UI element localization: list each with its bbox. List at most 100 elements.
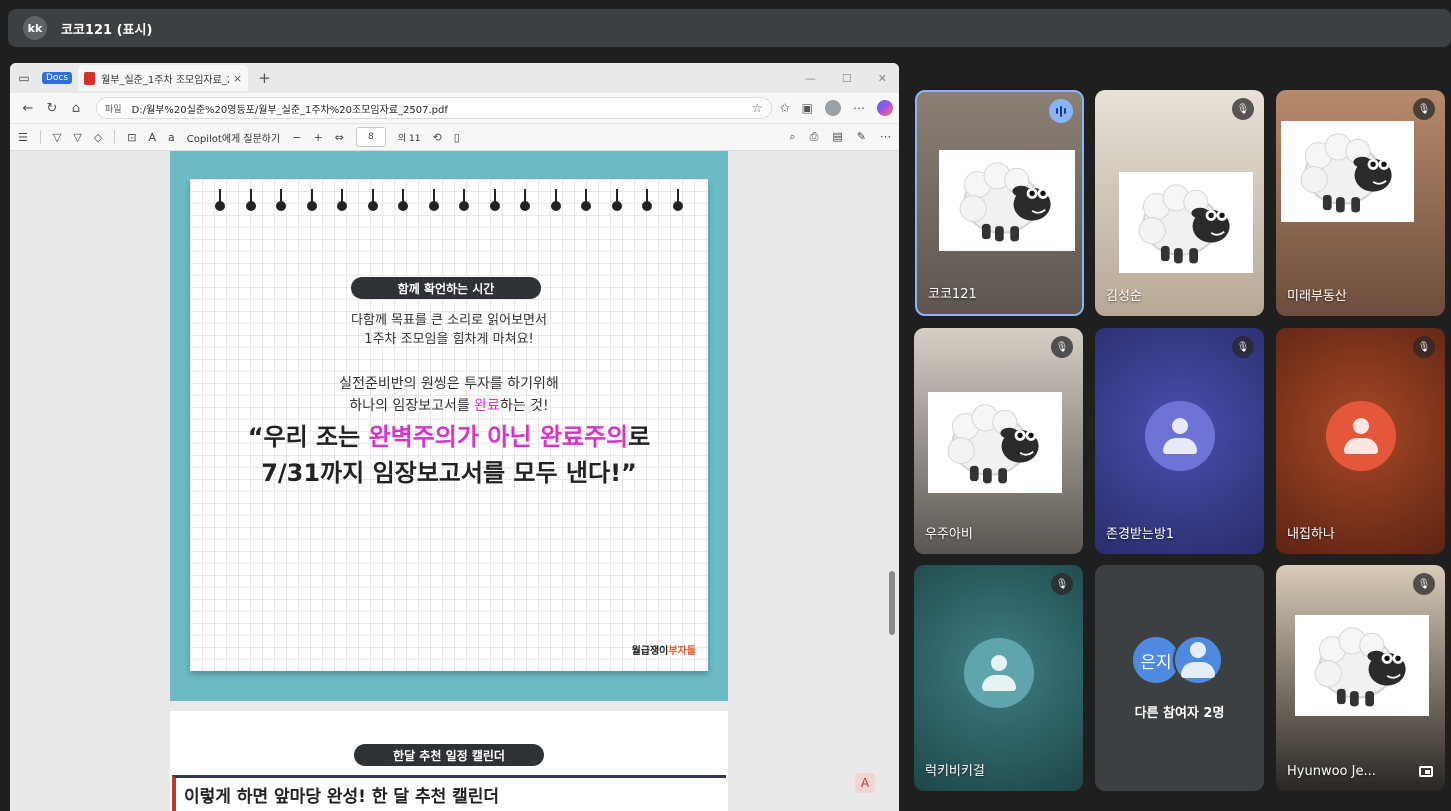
back-icon[interactable]: ← bbox=[16, 101, 40, 116]
page-total-label: 의 11 bbox=[397, 133, 421, 144]
draw-icon[interactable]: ▽ bbox=[73, 131, 81, 144]
pdf-toolbar-right: ⌕ ⎙ ▤ ✎ ⋯ bbox=[789, 130, 891, 144]
divider bbox=[114, 130, 116, 144]
meeting-top-bar: kk 코코121 (표시) bbox=[8, 9, 1451, 47]
zoom-in-icon[interactable]: + bbox=[313, 131, 322, 144]
tab-bar: ▭ Docs 월부_실준_1주차 조모임자료_250 × + — ☐ ✕ bbox=[10, 63, 899, 93]
browser-toolbar-icons: ✩ ▣ ⋯ bbox=[780, 100, 893, 116]
close-tab-icon[interactable]: × bbox=[233, 72, 242, 85]
mic-off-icon: 🎙︎ bbox=[1232, 336, 1254, 358]
copilot-icon[interactable] bbox=[877, 100, 893, 116]
participant-name: 럭키비키걸 bbox=[925, 764, 985, 779]
acrobat-icon[interactable]: A bbox=[855, 773, 875, 793]
close-window-icon[interactable]: ✕ bbox=[878, 72, 887, 85]
ring bbox=[672, 189, 683, 213]
person-icon bbox=[1178, 640, 1218, 680]
participant-tile[interactable]: 코코121 bbox=[915, 90, 1084, 316]
person-icon bbox=[1160, 416, 1200, 456]
profile-avatar[interactable] bbox=[825, 100, 841, 116]
speaking-indicator-icon bbox=[1049, 99, 1073, 123]
page-view-icon[interactable]: ▯ bbox=[454, 131, 460, 144]
page-number-input[interactable]: 8 bbox=[355, 127, 386, 147]
brand-logo: 월급쟁이부자들 bbox=[631, 646, 696, 657]
ring bbox=[367, 189, 378, 213]
url-scheme-label: 파일 bbox=[105, 104, 122, 115]
tab-pdf[interactable]: 월부_실준_1주차 조모임자료_250 × bbox=[78, 65, 249, 91]
new-tab-button[interactable]: + bbox=[258, 69, 271, 87]
save-as-icon[interactable]: ✎ bbox=[857, 130, 866, 144]
spiral-rings bbox=[215, 189, 683, 213]
home-icon[interactable]: ⌂ bbox=[64, 101, 88, 116]
tab-actions-icon[interactable]: ▭ bbox=[10, 64, 38, 92]
participant-tile[interactable]: 🎙︎ Hyunwoo Je... bbox=[1276, 565, 1445, 791]
pdf-more-icon[interactable]: ⋯ bbox=[880, 130, 891, 144]
participant-name: 미래부동산 bbox=[1287, 289, 1347, 304]
picture-in-picture-icon[interactable] bbox=[1419, 766, 1433, 777]
participant-tile[interactable]: 🎙︎ 김성순 bbox=[1095, 90, 1264, 316]
default-avatar bbox=[1325, 401, 1396, 471]
mic-off-icon: 🎙︎ bbox=[1232, 98, 1254, 120]
other-participants-avatars: 은지 bbox=[1131, 635, 1223, 685]
favorite-star-icon[interactable]: ☆ bbox=[752, 101, 763, 115]
participant-tile[interactable]: 🎙︎ 미래부동산 bbox=[1276, 90, 1445, 316]
contents-icon[interactable]: ☰ bbox=[18, 131, 28, 144]
ring bbox=[337, 189, 348, 213]
pdf-scrollbar[interactable] bbox=[889, 571, 895, 635]
mic-off-icon: 🎙︎ bbox=[1051, 336, 1073, 358]
sheep-avatar-image bbox=[939, 150, 1075, 251]
pdf-viewer[interactable]: 함께 확언하는 시간 다함께 목표를 큰 소리로 읽어보면서 1주차 조모임을 … bbox=[10, 151, 899, 811]
ring bbox=[520, 189, 531, 213]
minimize-icon[interactable]: — bbox=[805, 72, 816, 85]
participant-name: 존경받는방1 bbox=[1106, 527, 1175, 542]
read-aloud-icon[interactable]: A bbox=[149, 131, 157, 144]
search-icon[interactable]: ⌕ bbox=[789, 130, 795, 144]
screen-cast-icon[interactable]: ▣ bbox=[802, 101, 813, 115]
mic-off-icon: 🎙︎ bbox=[1051, 573, 1073, 595]
default-avatar bbox=[1173, 635, 1223, 685]
other-participants-tile[interactable]: 은지 다른 참여자 2명 bbox=[1095, 565, 1264, 791]
rotate-icon[interactable]: ⟲ bbox=[432, 131, 441, 144]
refresh-icon[interactable]: ↻ bbox=[40, 101, 64, 116]
presenter-avatar: kk bbox=[23, 16, 47, 40]
sheep-avatar-image bbox=[928, 392, 1062, 493]
person-icon bbox=[1341, 416, 1381, 456]
highlight-icon[interactable]: ▽ bbox=[53, 131, 61, 144]
zoom-out-icon[interactable]: − bbox=[292, 131, 301, 144]
mic-off-icon: 🎙︎ bbox=[1413, 336, 1435, 358]
copilot-ask-button[interactable]: Copilot에게 질문하기 bbox=[187, 130, 280, 145]
save-icon[interactable]: ▤ bbox=[832, 130, 842, 144]
sheep-avatar-image bbox=[1295, 615, 1429, 716]
ring bbox=[642, 189, 653, 213]
participant-tile[interactable]: 🎙︎ 내집하나 bbox=[1276, 328, 1445, 554]
pledge-line-2: 7/31까지 임장보고서를 모두 낸다!” bbox=[261, 459, 637, 487]
shared-browser-window: ▭ Docs 월부_실준_1주차 조모임자료_250 × + — ☐ ✕ ← ↻… bbox=[10, 63, 899, 811]
print-icon[interactable]: ⎙ bbox=[810, 130, 819, 144]
more-menu-icon[interactable]: ⋯ bbox=[853, 101, 865, 115]
person-icon bbox=[979, 653, 1019, 693]
participant-tile[interactable]: 🎙︎ 럭키비키걸 bbox=[914, 565, 1083, 791]
fit-page-icon[interactable]: ⇔ bbox=[335, 131, 344, 144]
maximize-icon[interactable]: ☐ bbox=[842, 72, 852, 85]
tab-title: 월부_실준_1주차 조모임자료_250 bbox=[101, 74, 229, 86]
one-thing-line-2: 하나의 임장보고서를 완료하는 것! bbox=[349, 398, 549, 414]
pdf-page: 함께 확언하는 시간 다함께 목표를 큰 소리로 읽어보면서 1주차 조모임을 … bbox=[170, 151, 728, 701]
presentation-title: 코코121 (표시) bbox=[61, 22, 153, 38]
favorites-icon[interactable]: ✩ bbox=[780, 101, 790, 115]
text-box-icon[interactable]: ⊡ bbox=[127, 131, 136, 144]
participant-name: 내집하나 bbox=[1287, 527, 1335, 542]
sheep-avatar-image bbox=[1281, 121, 1414, 222]
pledge-text: “우리 조는 완벽주의가 아닌 완료주의로 7/31까지 임장보고서를 모두 낸… bbox=[190, 419, 708, 491]
docs-badge: Docs bbox=[42, 72, 73, 84]
ring bbox=[611, 189, 622, 213]
url-input[interactable]: 파일 D:/월부%20실준%20영등포/월부_실준_1주차%20조모임자료_25… bbox=[96, 97, 772, 119]
other-participants-label: 다른 참여자 2명 bbox=[1134, 706, 1225, 721]
participant-tile[interactable]: 🎙︎ 우주아비 bbox=[914, 328, 1083, 554]
participant-name: 코코121 bbox=[928, 287, 977, 302]
ring bbox=[459, 189, 470, 213]
participant-tile[interactable]: 🎙︎ 존경받는방1 bbox=[1095, 328, 1264, 554]
intro-text: 다함께 목표를 큰 소리로 읽어보면서 1주차 조모임을 힘차게 마쳐요! bbox=[190, 311, 708, 349]
translate-icon[interactable]: a bbox=[168, 131, 175, 144]
ring bbox=[398, 189, 409, 213]
eraser-icon[interactable]: ◇ bbox=[94, 131, 102, 144]
ring bbox=[276, 189, 287, 213]
